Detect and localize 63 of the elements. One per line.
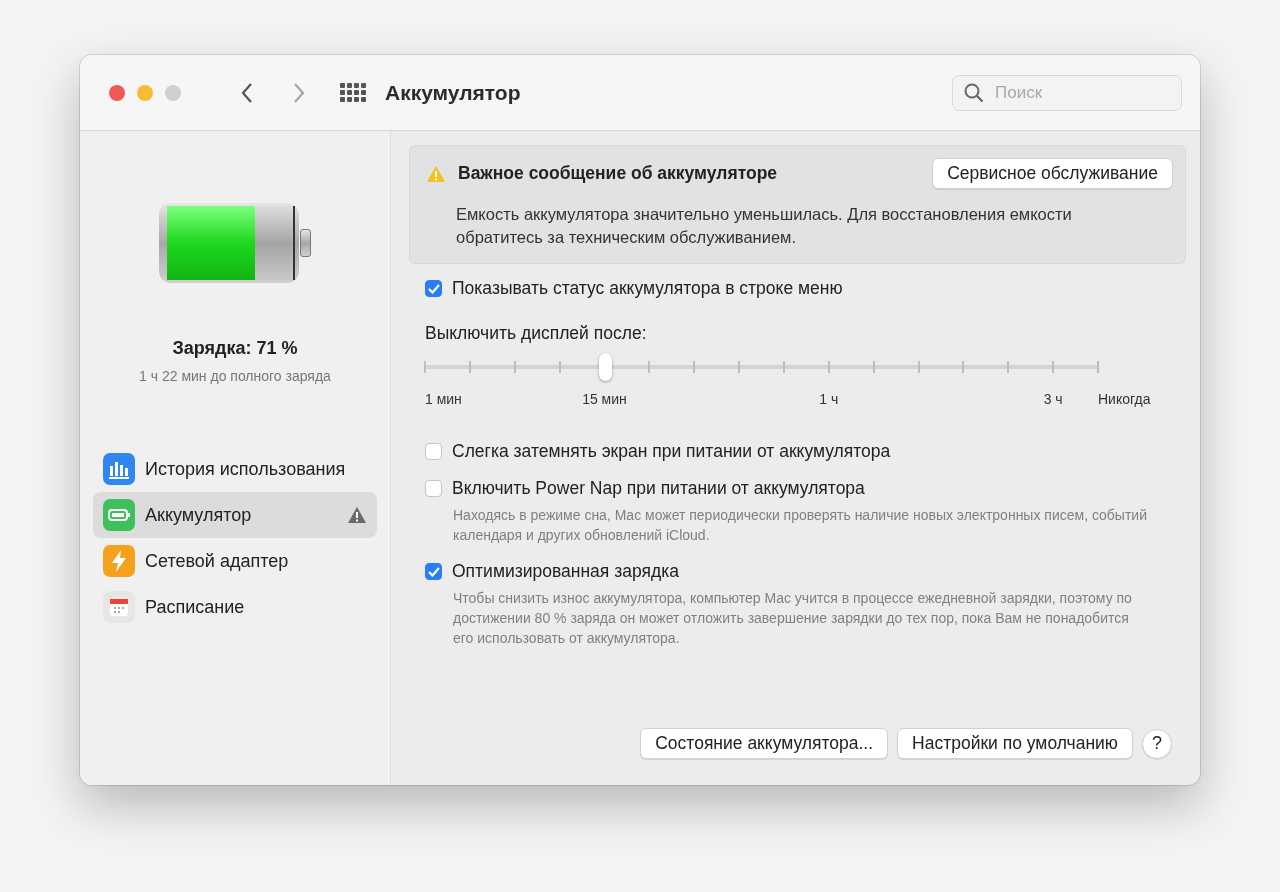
checkbox[interactable] [425, 563, 442, 580]
sidebar-item[interactable]: Аккумулятор [93, 492, 377, 538]
checkbox[interactable] [425, 443, 442, 460]
slider-tick [648, 361, 651, 373]
slider-tick [468, 361, 471, 373]
sidebar-item-label: Расписание [145, 596, 246, 618]
slider-tick [693, 361, 696, 373]
alert-text: Емкость аккумулятора значительно уменьшилась. Для восстановления емкости обратитесь за техническим обслуживанием. [456, 204, 1073, 248]
checkbox-label: Включить Power Nap при питании от аккумулятора [452, 478, 865, 499]
tick-label: Никогда [1098, 391, 1151, 407]
slider-label: Выключить дисплей после: [425, 323, 648, 344]
warning-icon [347, 506, 367, 524]
option-description: Находясь в режиме сна, Mac может периодически проверять наличие новых электронных писем, событий календаря и других обновлений iCloud. [453, 506, 1148, 545]
checkbox-label: Оптимизированная зарядка [452, 561, 679, 582]
sidebar-item-label: Аккумулятор [145, 504, 253, 526]
adapter-icon [103, 545, 135, 577]
alert-title: Важное сообщение об аккумуляторе [458, 163, 779, 184]
slider-tick [558, 361, 561, 373]
checkbox-label: Показывать статус аккумулятора в строке меню [452, 278, 843, 299]
window-title: Аккумулятор [385, 80, 521, 105]
slider-tick [872, 361, 875, 373]
sidebar-item[interactable]: История использования [93, 446, 377, 492]
battery-icon [103, 499, 135, 531]
sidebar-item[interactable]: Сетевой адаптер [93, 538, 377, 584]
sidebar-item-label: История использования [145, 458, 347, 480]
tick-label: 1 ч [819, 391, 839, 407]
slider-tick [1007, 361, 1010, 373]
checkbox[interactable] [425, 480, 442, 497]
search-icon [964, 82, 984, 103]
footer-button[interactable]: Состояние аккумулятора... [640, 728, 889, 759]
slider-tick [738, 361, 741, 373]
checkbox-label: Слегка затемнять экран при питании от аккумулятора [452, 441, 891, 462]
tick-label: 15 мин [582, 391, 627, 407]
schedule-icon [103, 591, 135, 623]
charge-subtitle: 1 ч 22 мин до полного заряда [139, 368, 331, 384]
slider-tick [513, 361, 516, 373]
chevron-right-icon [293, 81, 305, 104]
minimize-button[interactable] [137, 84, 153, 101]
footer-button[interactable]: Настройки по умолчанию [897, 728, 1133, 759]
slider-tick [917, 361, 920, 373]
slider-tick [827, 361, 830, 373]
slider-tick [424, 361, 426, 373]
sidebar-item[interactable]: Расписание [93, 584, 377, 630]
chevron-left-icon [241, 81, 253, 104]
slider-tick [962, 361, 965, 373]
warning-icon [426, 164, 446, 183]
help-button[interactable]: ? [1142, 728, 1172, 759]
slider-thumb[interactable] [598, 353, 612, 381]
slider-tick [1097, 361, 1099, 373]
zoom-button[interactable] [165, 84, 181, 101]
checkbox[interactable] [425, 280, 442, 297]
slider-tick [782, 361, 785, 373]
history-icon [103, 453, 135, 485]
service-button[interactable]: Сервисное обслуживание [932, 158, 1173, 189]
slider-tick [1052, 361, 1055, 373]
tick-label: 1 мин [425, 391, 462, 407]
option-description: Чтобы снизить износ аккумулятора, компьютер Mac учится в процессе ежедневной зарядки, поэтому по достижении 80 % заряда он может отложить завершение зарядки до тех пор, пока Вам не понадобится его использовать от аккумулятора. [453, 589, 1133, 648]
battery-terminal [300, 229, 311, 257]
tick-label: 3 ч [1043, 391, 1063, 407]
charge-title: Зарядка: 71 % [172, 338, 298, 359]
close-button[interactable] [109, 84, 125, 101]
sidebar-item-label: Сетевой адаптер [145, 550, 290, 572]
search-field[interactable]: Поиск [952, 74, 1182, 111]
